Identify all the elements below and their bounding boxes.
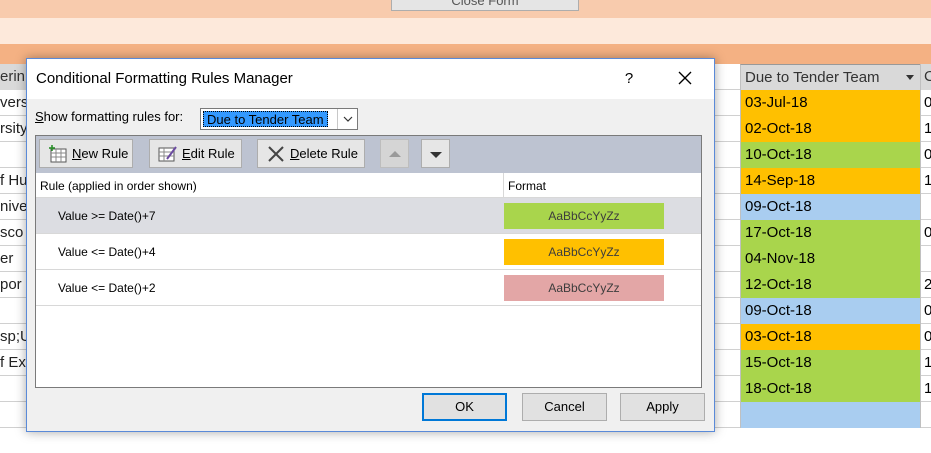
- format-preview[interactable]: AaBbCcYyZz: [504, 203, 664, 229]
- grid-cell[interactable]: [714, 298, 740, 324]
- new-rule-icon: [49, 145, 67, 163]
- grid-cell[interactable]: 1: [920, 168, 931, 194]
- due-date-cell[interactable]: 14-Sep-18: [740, 168, 920, 194]
- format-preview[interactable]: AaBbCcYyZz: [504, 239, 664, 265]
- rules-table-header: Rule (applied in order shown) Format: [36, 173, 701, 198]
- new-rule-button[interactable]: New Rule: [39, 139, 133, 168]
- grid-cell[interactable]: [714, 272, 740, 298]
- format-preview[interactable]: AaBbCcYyZz: [504, 275, 664, 301]
- grid-cell[interactable]: [714, 376, 740, 402]
- due-date-cell[interactable]: 15-Oct-18: [740, 350, 920, 376]
- rule-row[interactable]: Value <= Date()+2 AaBbCcYyZz: [36, 270, 701, 306]
- due-date-cell[interactable]: 03-Oct-18: [740, 324, 920, 350]
- conditional-formatting-dialog: Conditional Formatting Rules Manager ? S…: [26, 58, 715, 432]
- close-form-button[interactable]: Close Form: [391, 0, 579, 11]
- grid-cell[interactable]: 1: [920, 376, 931, 402]
- delete-rule-label: Delete Rule: [290, 146, 358, 161]
- rules-toolbar: New Rule Edit Rule Delete Rule: [36, 136, 701, 173]
- grid-cell[interactable]: [714, 220, 740, 246]
- grid-cell[interactable]: [714, 350, 740, 376]
- column-header-label: Due to Tender Team: [745, 69, 880, 86]
- move-down-button[interactable]: [421, 139, 450, 168]
- rules-panel: New Rule Edit Rule Delete Rule Rule (app…: [35, 135, 702, 388]
- apply-button[interactable]: Apply: [620, 393, 705, 421]
- arrow-down-icon: [430, 152, 442, 158]
- delete-rule-button[interactable]: Delete Rule: [257, 139, 365, 168]
- grid-cell[interactable]: [714, 194, 740, 220]
- delete-icon: [268, 146, 284, 162]
- grid-cell[interactable]: 0: [920, 220, 931, 246]
- show-rules-selected-value: Due to Tender Team: [203, 111, 328, 127]
- due-date-cell[interactable]: 10-Oct-18: [740, 142, 920, 168]
- grid-cell[interactable]: [920, 194, 931, 220]
- form-header-band: [0, 18, 931, 44]
- column-divider: [503, 173, 504, 198]
- grid-cell[interactable]: 0: [920, 90, 931, 116]
- rule-row[interactable]: Value >= Date()+7 AaBbCcYyZz: [36, 198, 701, 234]
- grid-cell[interactable]: [714, 402, 740, 428]
- dropdown-arrow-icon[interactable]: [906, 75, 914, 80]
- grid-cell[interactable]: [920, 246, 931, 272]
- close-icon: [678, 71, 692, 85]
- cancel-button[interactable]: Cancel: [522, 393, 607, 421]
- format-column-header: Format: [508, 179, 547, 193]
- show-rules-select[interactable]: Due to Tender Team: [200, 108, 358, 130]
- close-button[interactable]: [667, 64, 703, 92]
- grid-cell[interactable]: 0: [920, 298, 931, 324]
- edit-rule-label: Edit Rule: [182, 146, 235, 161]
- ok-button[interactable]: OK: [422, 393, 507, 421]
- due-date-cell[interactable]: 12-Oct-18: [740, 272, 920, 298]
- new-rule-label: New Rule: [72, 146, 129, 161]
- edit-rule-icon: [158, 146, 177, 162]
- due-date-cell[interactable]: 03-Jul-18: [740, 90, 920, 116]
- grid-cell[interactable]: [714, 142, 740, 168]
- rule-condition: Value >= Date()+7: [58, 209, 156, 223]
- rule-row[interactable]: Value <= Date()+4 AaBbCcYyZz: [36, 234, 701, 270]
- grid-cell[interactable]: 1: [920, 116, 931, 142]
- dialog-title: Conditional Formatting Rules Manager: [36, 70, 293, 87]
- grid-cell[interactable]: 0: [920, 142, 931, 168]
- chevron-down-icon: [343, 116, 353, 122]
- due-date-cell[interactable]: 02-Oct-18: [740, 116, 920, 142]
- due-date-cell[interactable]: 18-Oct-18: [740, 376, 920, 402]
- rule-condition: Value <= Date()+4: [58, 245, 156, 259]
- edit-rule-button[interactable]: Edit Rule: [149, 139, 242, 168]
- due-date-cell[interactable]: 09-Oct-18: [740, 194, 920, 220]
- column-header-partial[interactable]: C: [920, 64, 931, 90]
- due-date-cell[interactable]: 04-Nov-18: [740, 246, 920, 272]
- rule-condition: Value <= Date()+2: [58, 281, 156, 295]
- arrow-up-icon: [389, 151, 401, 157]
- select-arrow-button[interactable]: [337, 109, 357, 129]
- dialog-titlebar: Conditional Formatting Rules Manager ?: [27, 59, 714, 99]
- grid-cell[interactable]: [714, 168, 740, 194]
- due-date-cell[interactable]: [740, 402, 920, 428]
- column-header-due-to-tender-team[interactable]: Due to Tender Team: [740, 64, 920, 90]
- grid-cell[interactable]: 0: [920, 324, 931, 350]
- rule-column-header: Rule (applied in order shown): [40, 179, 197, 193]
- grid-cell[interactable]: [920, 402, 931, 428]
- due-date-cell[interactable]: 17-Oct-18: [740, 220, 920, 246]
- due-date-cell[interactable]: 09-Oct-18: [740, 298, 920, 324]
- show-rules-label: Show formatting rules for:: [35, 109, 184, 124]
- move-up-button[interactable]: [380, 139, 409, 168]
- grid-cell[interactable]: 2: [920, 272, 931, 298]
- grid-cell: [714, 64, 740, 90]
- grid-cell[interactable]: [714, 246, 740, 272]
- help-button[interactable]: ?: [615, 67, 643, 91]
- grid-cell[interactable]: [714, 90, 740, 116]
- grid-cell[interactable]: 1: [920, 350, 931, 376]
- grid-cell[interactable]: [714, 116, 740, 142]
- grid-cell[interactable]: [714, 324, 740, 350]
